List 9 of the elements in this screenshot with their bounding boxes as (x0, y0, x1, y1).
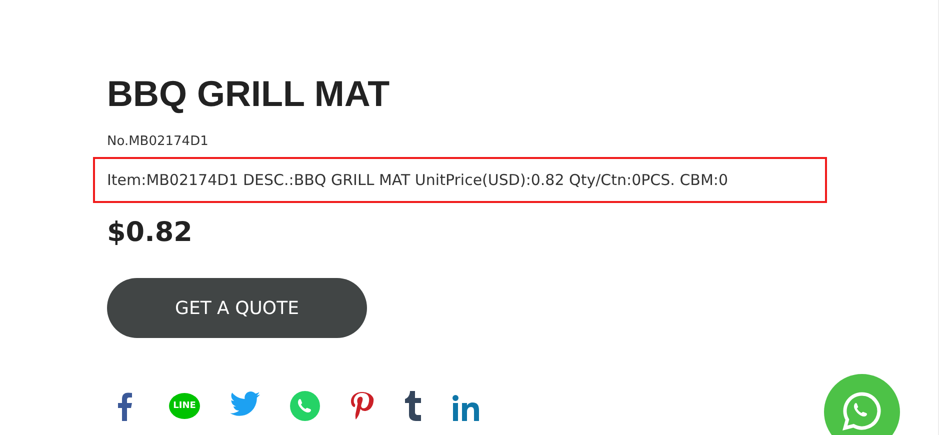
product-number: No.MB02174D1 (107, 134, 208, 149)
get-quote-button[interactable]: GET A QUOTE (107, 278, 367, 338)
product-price: $0.82 (107, 217, 192, 248)
facebook-icon[interactable] (117, 391, 133, 421)
tumblr-icon[interactable] (404, 391, 422, 421)
product-title: BBQ GRILL MAT (107, 72, 390, 116)
pinterest-icon[interactable] (350, 391, 374, 421)
description-box: Item:MB02174D1 DESC.:BBQ GRILL MAT UnitPrice(USD):0.82 Qty/Ctn:0PCS. CBM:0 (93, 157, 827, 203)
twitter-icon[interactable] (230, 391, 260, 417)
